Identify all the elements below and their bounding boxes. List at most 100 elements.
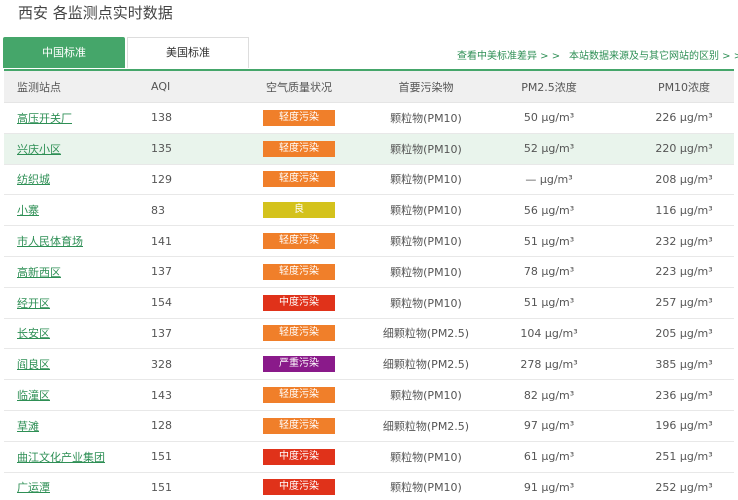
table-row: 长安区 137 轻度污染 细颗粒物(PM2.5) 104 μg/m³ 205 μg/m³ [4, 319, 734, 350]
pm25-value: 51 μg/m³ [523, 296, 575, 310]
table-row: 高新西区 137 轻度污染 颗粒物(PM10) 78 μg/m³ 223 μg/m³ [4, 257, 734, 288]
table-row: 经开区 154 中度污染 颗粒物(PM10) 51 μg/m³ 257 μg/m³ [4, 288, 734, 319]
level-badge: 轻度污染 [263, 325, 335, 342]
table-row: 小寨 83 良 颗粒物(PM10) 56 μg/m³ 116 μg/m³ [4, 195, 734, 227]
pm25-value: 52 μg/m³ [523, 142, 575, 156]
pm10-value: 252 μg/m³ [655, 480, 713, 494]
pm25-value: 97 μg/m³ [523, 419, 575, 433]
pm10-value: 220 μg/m³ [655, 142, 713, 156]
aqi-value: 137 [151, 326, 172, 340]
aqi-value: 137 [151, 265, 172, 279]
aqi-value: 141 [151, 234, 172, 248]
station-link[interactable]: 兴庆小区 [17, 143, 61, 156]
header-level: 空气质量状况 [266, 80, 332, 94]
tab-china-standard[interactable]: 中国标准 [3, 37, 125, 68]
pm25-value: 278 μg/m³ [520, 357, 578, 371]
primary-pollutant: 颗粒物(PM10) [390, 389, 462, 403]
aqi-value: 143 [151, 388, 172, 402]
station-link[interactable]: 小寨 [17, 204, 39, 217]
aqi-value: 154 [151, 296, 172, 310]
header-site: 监测站点 [17, 80, 61, 94]
primary-pollutant: 细颗粒物(PM2.5) [382, 327, 470, 341]
primary-pollutant: 颗粒物(PM10) [390, 111, 462, 125]
aqi-value: 151 [151, 450, 172, 464]
pm10-value: 116 μg/m³ [655, 203, 713, 217]
standard-diff-link[interactable]: 查看中美标准差异 > > [457, 47, 560, 62]
aqi-value: 128 [151, 419, 172, 433]
table-row: 市人民体育场 141 轻度污染 颗粒物(PM10) 51 μg/m³ 232 μg/m³ [4, 226, 734, 257]
pm25-value: 50 μg/m³ [523, 111, 575, 125]
table-row: 广运潭 151 中度污染 颗粒物(PM10) 91 μg/m³ 252 μg/m³ [4, 473, 734, 500]
station-link[interactable]: 长安区 [17, 327, 50, 340]
level-badge: 轻度污染 [263, 263, 335, 280]
table-row: 阎良区 328 严重污染 细颗粒物(PM2.5) 278 μg/m³ 385 μg/m³ [4, 349, 734, 381]
aqi-value: 129 [151, 172, 172, 186]
primary-pollutant: 细颗粒物(PM2.5) [382, 358, 470, 372]
station-link[interactable]: 草滩 [17, 420, 39, 433]
primary-pollutant: 颗粒物(PM10) [390, 450, 462, 464]
tab-us-standard[interactable]: 美国标准 [127, 37, 249, 68]
pm25-value: 91 μg/m³ [523, 480, 575, 494]
header-aqi: AQI [151, 80, 171, 93]
primary-pollutant: 颗粒物(PM10) [390, 235, 462, 249]
table-row: 曲江文化产业集团 151 中度污染 颗粒物(PM10) 61 μg/m³ 251 μg/m… [4, 442, 734, 473]
table-row: 临潼区 143 轻度污染 颗粒物(PM10) 82 μg/m³ 236 μg/m³ [4, 380, 734, 411]
pm25-value: 51 μg/m³ [523, 234, 575, 248]
level-badge: 轻度污染 [263, 109, 335, 126]
station-table: 监测站点 AQI 空气质量状况 首要污染物 PM2.5浓度 PM10浓度 高压开… [4, 69, 734, 500]
page-title: 西安 各监测点实时数据 [18, 4, 173, 22]
primary-pollutant: 颗粒物(PM10) [390, 142, 462, 156]
station-link[interactable]: 广运潭 [17, 481, 50, 494]
level-badge: 中度污染 [263, 448, 335, 465]
station-link[interactable]: 高压开关厂 [17, 112, 72, 125]
primary-pollutant: 细颗粒物(PM2.5) [382, 419, 470, 433]
station-link[interactable]: 阎良区 [17, 358, 50, 371]
level-badge: 轻度污染 [263, 417, 335, 434]
pm10-value: 223 μg/m³ [655, 265, 713, 279]
header-pm10: PM10浓度 [657, 80, 711, 94]
station-link[interactable]: 临潼区 [17, 389, 50, 402]
table-header: 监测站点 AQI 空气质量状况 首要污染物 PM2.5浓度 PM10浓度 [4, 71, 734, 103]
pm25-value: 61 μg/m³ [523, 450, 575, 464]
level-badge: 良 [263, 202, 335, 219]
level-badge: 轻度污染 [263, 233, 335, 250]
pm25-value: 82 μg/m³ [523, 388, 575, 402]
pm10-value: 232 μg/m³ [655, 234, 713, 248]
table-row: 高压开关厂 138 轻度污染 颗粒物(PM10) 50 μg/m³ 226 μg/m³ [4, 103, 734, 134]
pm25-value: — μg/m³ [525, 172, 573, 186]
primary-pollutant: 颗粒物(PM10) [390, 173, 462, 187]
pm10-value: 385 μg/m³ [655, 357, 713, 371]
station-link[interactable]: 曲江文化产业集团 [17, 451, 105, 464]
station-link[interactable]: 经开区 [17, 297, 50, 310]
pm10-value: 257 μg/m³ [655, 296, 713, 310]
level-badge: 中度污染 [263, 294, 335, 311]
station-link[interactable]: 高新西区 [17, 266, 61, 279]
pm25-value: 104 μg/m³ [520, 326, 578, 340]
level-badge: 轻度污染 [263, 387, 335, 404]
station-link[interactable]: 市人民体育场 [17, 235, 83, 248]
level-badge: 严重污染 [263, 356, 335, 373]
primary-pollutant: 颗粒物(PM10) [390, 296, 462, 310]
aqi-value: 135 [151, 142, 172, 156]
table-row: 纺织城 129 轻度污染 颗粒物(PM10) — μg/m³ 208 μg/m³ [4, 165, 734, 196]
aqi-value: 328 [151, 357, 172, 371]
pm25-value: 56 μg/m³ [523, 203, 575, 217]
aqi-value: 83 [151, 203, 165, 217]
station-link[interactable]: 纺织城 [17, 173, 50, 186]
pm10-value: 205 μg/m³ [655, 326, 713, 340]
primary-pollutant: 颗粒物(PM10) [390, 481, 462, 495]
level-badge: 轻度污染 [263, 140, 335, 157]
pm10-value: 226 μg/m³ [655, 111, 713, 125]
pm10-value: 208 μg/m³ [655, 172, 713, 186]
level-badge: 中度污染 [263, 479, 335, 496]
primary-pollutant: 颗粒物(PM10) [390, 204, 462, 218]
table-row: 草滩 128 轻度污染 细颗粒物(PM2.5) 97 μg/m³ 196 μg/m³ [4, 411, 734, 442]
source-diff-link[interactable]: 本站数据来源及与其它网站的区别 > > [569, 47, 738, 62]
pm10-value: 236 μg/m³ [655, 388, 713, 402]
primary-pollutant: 颗粒物(PM10) [390, 265, 462, 279]
pm25-value: 78 μg/m³ [523, 265, 575, 279]
header-pollutant: 首要污染物 [398, 80, 454, 94]
table-body: 高压开关厂 138 轻度污染 颗粒物(PM10) 50 μg/m³ 226 μg/m³ 兴庆… [4, 103, 734, 500]
table-row: 兴庆小区 135 轻度污染 颗粒物(PM10) 52 μg/m³ 220 μg/m³ [4, 133, 734, 165]
level-badge: 轻度污染 [263, 171, 335, 188]
